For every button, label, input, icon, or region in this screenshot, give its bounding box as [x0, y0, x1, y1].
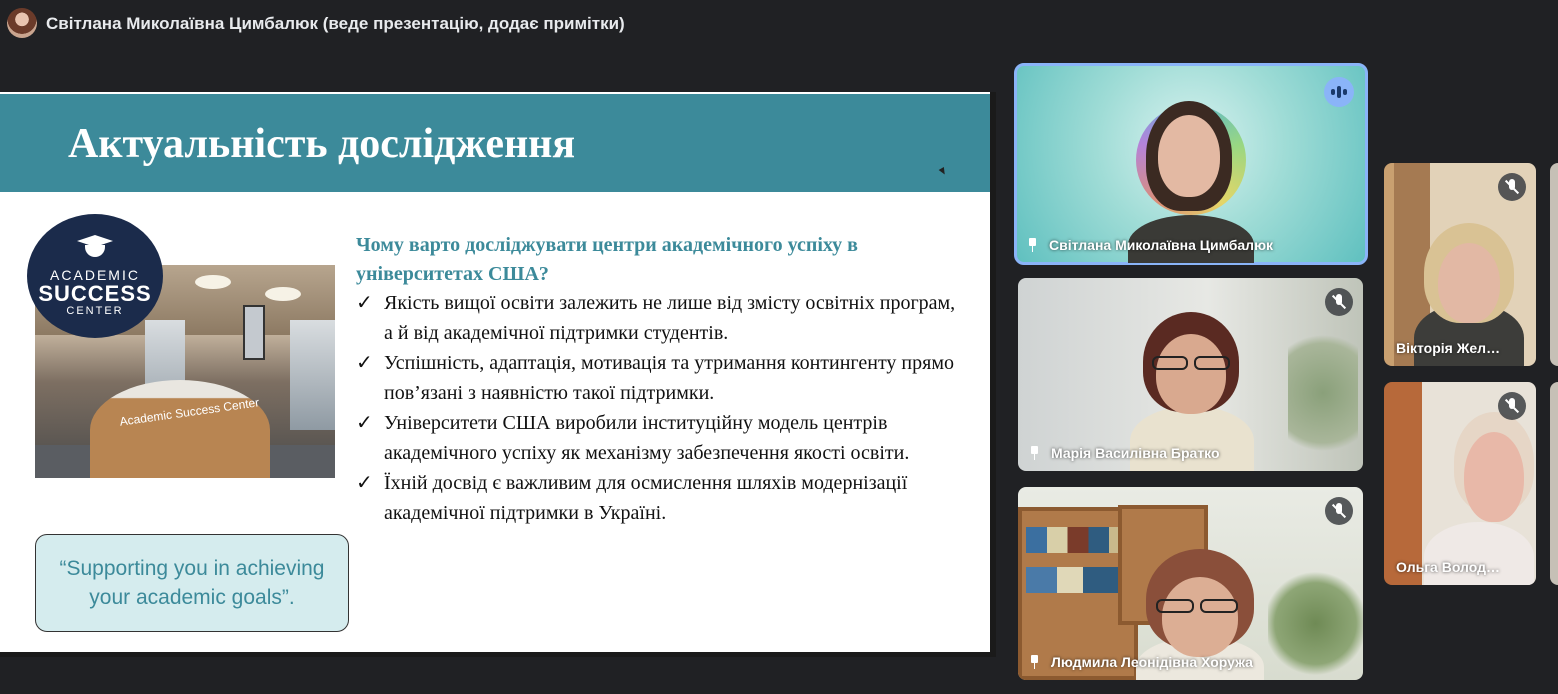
mic-off-icon — [1325, 288, 1353, 316]
presenter-avatar — [7, 8, 37, 38]
participant-tile-zhel[interactable]: Вікторія Жел… — [1384, 163, 1536, 366]
check-icon: ✓ — [356, 472, 373, 494]
list-item: ✓ Якість вищої освіти залежить не лише ві… — [356, 288, 956, 348]
list-item: ✓ Їхній досвід є важливим для осмислення … — [356, 468, 956, 528]
pin-icon[interactable] — [1028, 238, 1037, 252]
participant-tile-khoruzha[interactable]: Людмила Леонідівна Хоружа — [1018, 487, 1363, 680]
top-bar: Світлана Миколаївна Цимбалюк (веде презе… — [0, 0, 1558, 46]
mic-off-icon — [1498, 173, 1526, 201]
participant-tile-volod[interactable]: Ольга Волод… — [1384, 382, 1536, 585]
check-icon: ✓ — [356, 292, 373, 314]
reception-desk — [90, 380, 270, 478]
check-icon: ✓ — [356, 412, 373, 434]
mic-off-icon — [1498, 392, 1526, 420]
check-icon: ✓ — [356, 352, 373, 374]
pin-icon[interactable] — [1030, 446, 1039, 460]
list-item: ✓ Успішність, адаптація, мотивація та утр… — [356, 348, 956, 408]
pin-icon[interactable] — [1030, 655, 1039, 669]
slide-header: Актуальність дослідження — [0, 94, 990, 192]
slide-title: Актуальність дослідження — [68, 121, 576, 167]
participant-tile-bratko[interactable]: Марія Василівна Братко — [1018, 278, 1363, 471]
speaking-indicator-icon — [1324, 77, 1354, 107]
graduation-cap-icon — [75, 235, 115, 261]
participant-tile-partial[interactable] — [1550, 163, 1558, 366]
slide: Актуальність дослідження Academic Succes… — [0, 92, 990, 652]
list-item: ✓ Університети США виробили інституційну … — [356, 408, 956, 468]
mouse-cursor-icon — [938, 166, 948, 177]
slide-question: Чому варто досліджувати центри академічн… — [356, 234, 858, 285]
participant-tile-partial[interactable] — [1550, 382, 1558, 585]
presenter-banner: Світлана Миколаївна Цимбалюк (веде презе… — [46, 14, 625, 33]
presentation-area[interactable]: Актуальність дослідження Academic Succes… — [0, 92, 996, 657]
participant-tile-tsymbaliuk[interactable]: Світлана Миколаївна Цимбалюк — [1014, 63, 1368, 265]
academic-success-center-logo: ACADEMIC SUCCESS CENTER — [27, 214, 163, 338]
quote-box: “Supporting you in achieving your academ… — [35, 534, 349, 632]
bullet-list: ✓ Якість вищої освіти залежить не лише ві… — [356, 288, 956, 528]
mic-off-icon — [1325, 497, 1353, 525]
